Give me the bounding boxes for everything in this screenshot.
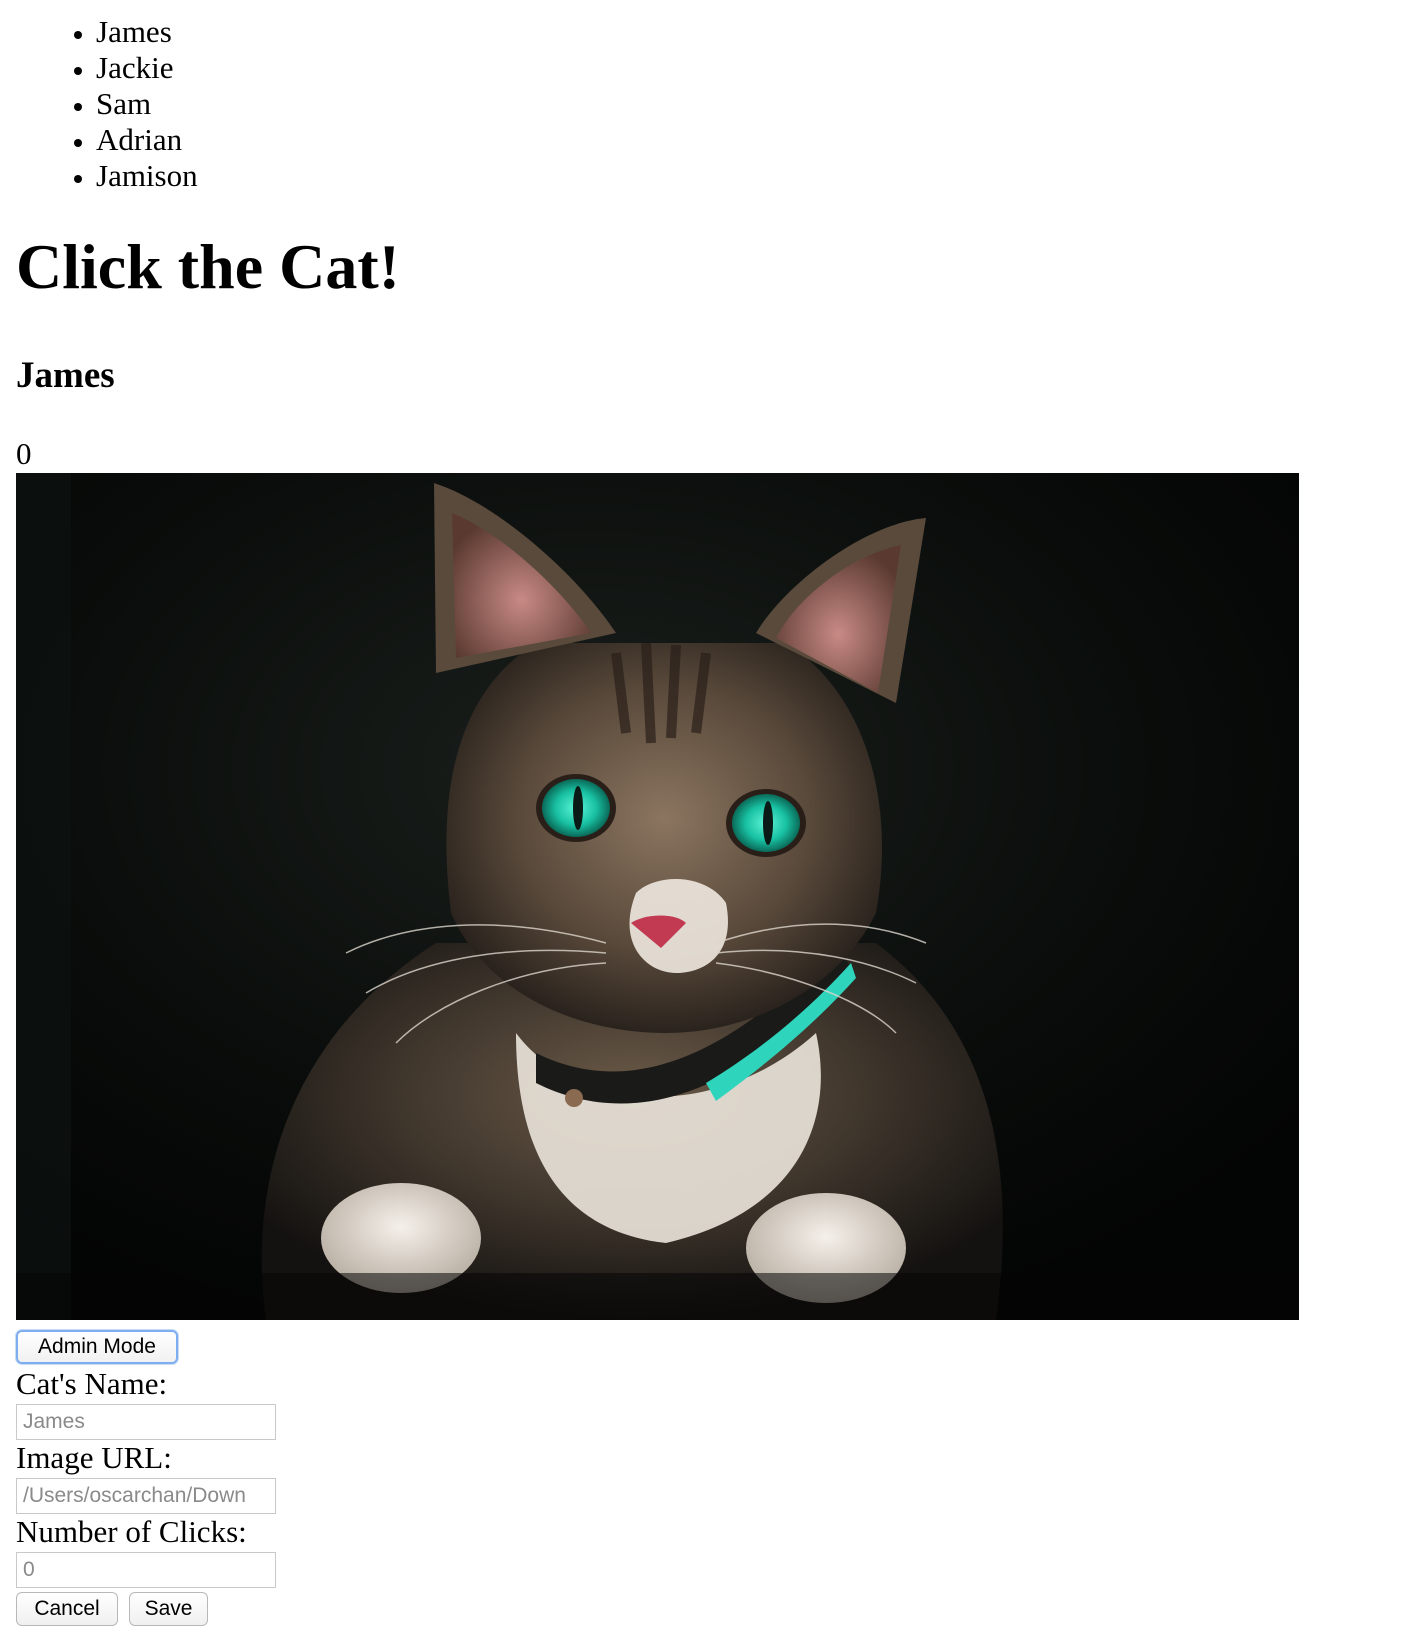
page: James Jackie Sam Adrian Jamison Click th…	[0, 0, 1412, 1626]
cat-list-item[interactable]: Sam	[96, 86, 1412, 122]
number-of-clicks-input[interactable]	[16, 1552, 276, 1588]
save-button[interactable]: Save	[129, 1592, 208, 1626]
cat-list-item[interactable]: James	[96, 14, 1412, 50]
number-of-clicks-label: Number of Clicks:	[16, 1514, 247, 1549]
cat-list: James Jackie Sam Adrian Jamison	[16, 0, 1412, 194]
cat-list-item[interactable]: Adrian	[96, 122, 1412, 158]
cancel-button[interactable]: Cancel	[16, 1592, 118, 1626]
cat-list-item[interactable]: Jackie	[96, 50, 1412, 86]
image-url-input[interactable]	[16, 1478, 276, 1514]
cat-photo[interactable]	[16, 473, 1299, 1320]
admin-mode-button[interactable]: Admin Mode	[16, 1330, 178, 1364]
cat-name-label: Cat's Name:	[16, 1366, 168, 1401]
page-title: Click the Cat!	[16, 231, 400, 302]
cat-name-input[interactable]	[16, 1404, 276, 1440]
cat-name-heading: James	[16, 355, 115, 396]
cat-image[interactable]	[16, 473, 1299, 1320]
cat-list-item[interactable]: Jamison	[96, 158, 1412, 194]
click-count: 0	[16, 436, 32, 471]
image-url-label: Image URL:	[16, 1440, 172, 1475]
